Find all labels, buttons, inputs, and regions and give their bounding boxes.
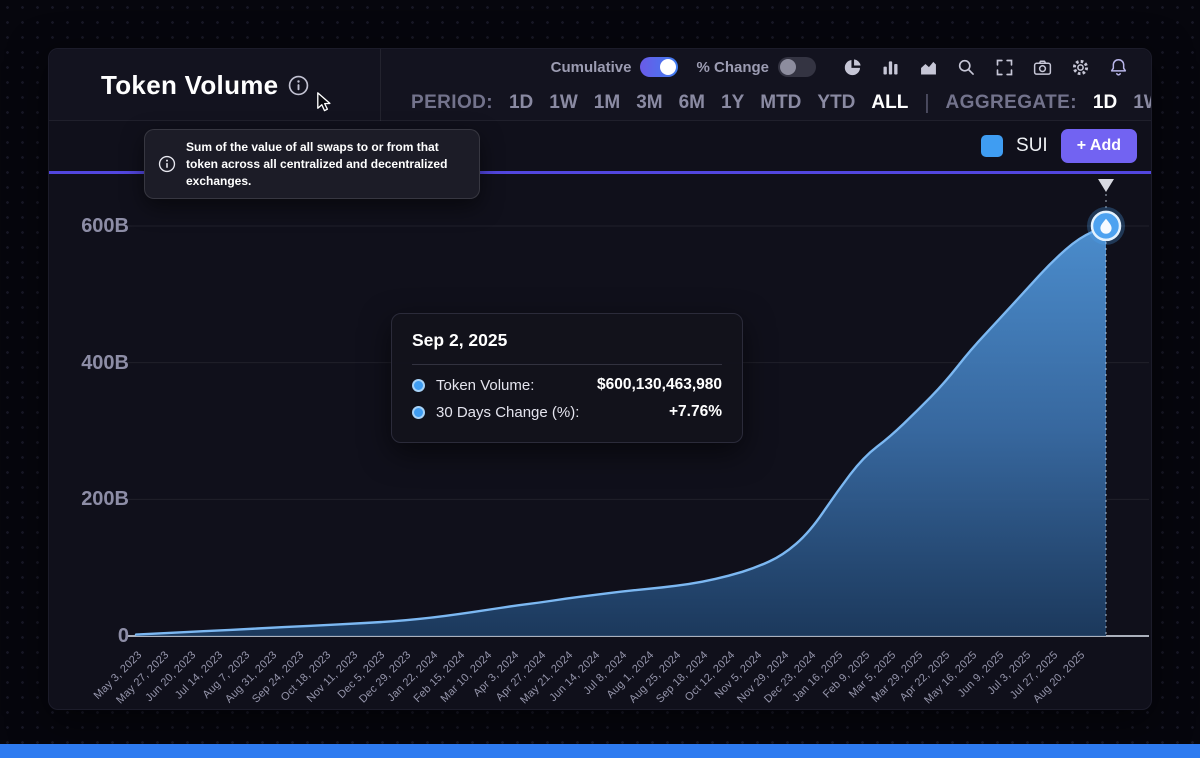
add-token-button[interactable]: + Add — [1061, 129, 1137, 163]
header: Token Volume Cumulative % Change — [49, 49, 1151, 121]
tooltip-row: 30 Days Change (%): +7.76% — [412, 403, 722, 421]
toolbar-row: Cumulative % Change — [381, 49, 1151, 85]
y-axis-label: 200B — [77, 488, 129, 511]
toolbar-icons — [842, 57, 1129, 78]
sui-legend-swatch[interactable] — [981, 135, 1003, 157]
aggregate-option-1w[interactable]: 1W — [1133, 92, 1152, 114]
aggregate-options: 1D1W1M — [1093, 92, 1152, 114]
period-option-ytd[interactable]: YTD — [817, 92, 855, 114]
series-bullet-icon — [412, 406, 425, 419]
bar-chart-icon[interactable] — [880, 57, 901, 78]
aggregate-option-1d[interactable]: 1D — [1093, 92, 1117, 114]
percent-change-toggle[interactable] — [778, 57, 816, 77]
fullscreen-icon[interactable] — [994, 57, 1015, 78]
mouse-cursor-icon — [313, 90, 336, 113]
tooltip-row-value: +7.76% — [669, 403, 722, 421]
token-volume-panel: Token Volume Cumulative % Change — [48, 48, 1152, 710]
period-option-all[interactable]: ALL — [871, 92, 908, 114]
tooltip-rows: Token Volume: $600,130,463,980 30 Days Cha… — [412, 376, 722, 421]
tooltip-date: Sep 2, 2025 — [412, 330, 722, 351]
cumulative-label: Cumulative — [551, 59, 632, 76]
tooltip-row: Token Volume: $600,130,463,980 — [412, 376, 722, 394]
search-icon[interactable] — [956, 57, 977, 78]
tooltip-row-label: Token Volume: — [436, 377, 534, 394]
period-option-mtd[interactable]: MTD — [760, 92, 801, 114]
tooltip-row-value: $600,130,463,980 — [597, 376, 722, 394]
period-options: 1D 1W 1M 3M 6M 1Y MTD YTD ALL — [509, 92, 908, 114]
period-row: PERIOD: 1D 1W 1M 3M 6M 1Y MTD YTD ALL | AGGREGAT… — [381, 85, 1151, 121]
tooltip-divider — [412, 364, 722, 365]
period-option-1m[interactable]: 1M — [594, 92, 620, 114]
y-axis-label: 0 — [77, 625, 129, 648]
toggle-knob — [660, 59, 676, 75]
chart-tooltip: Sep 2, 2025 Token Volume: $600,130,463,98… — [391, 313, 743, 443]
area-chart-icon[interactable] — [918, 57, 939, 78]
separator: | — [924, 92, 929, 115]
tooltip-row-label: 30 Days Change (%): — [436, 404, 579, 421]
info-tooltip-icon — [158, 155, 176, 173]
app-background: Token Volume Cumulative % Change — [0, 0, 1200, 758]
page-title: Token Volume — [101, 70, 278, 101]
percent-change-label: % Change — [696, 59, 769, 76]
period-option-6m[interactable]: 6M — [679, 92, 705, 114]
camera-icon[interactable] — [1032, 57, 1053, 78]
sui-legend-label: SUI — [1016, 135, 1048, 157]
period-label: PERIOD: — [411, 92, 493, 114]
y-axis-label: 400B — [77, 352, 129, 375]
period-option-3m[interactable]: 3M — [636, 92, 662, 114]
info-tooltip: Sum of the value of all swaps to or from… — [144, 129, 480, 199]
percent-change-toggle-group: % Change — [696, 57, 816, 77]
cumulative-toggle-group: Cumulative — [551, 57, 679, 77]
period-option-1y[interactable]: 1Y — [721, 92, 744, 114]
y-axis-label: 600B — [77, 215, 129, 238]
bottom-accent-bar — [0, 744, 1200, 758]
pie-chart-icon[interactable] — [842, 57, 863, 78]
settings-gear-icon[interactable] — [1070, 57, 1091, 78]
info-icon[interactable] — [288, 75, 309, 96]
title-area: Token Volume — [49, 49, 381, 121]
period-option-1w[interactable]: 1W — [549, 92, 578, 114]
notifications-bell-icon[interactable] — [1108, 57, 1129, 78]
marker-arrow-icon — [1098, 179, 1114, 192]
toggle-knob — [780, 59, 796, 75]
info-tooltip-text: Sum of the value of all swaps to or from… — [186, 139, 466, 189]
series-bullet-icon — [412, 379, 425, 392]
period-option-1d[interactable]: 1D — [509, 92, 533, 114]
aggregate-label: AGGREGATE: — [946, 92, 1077, 114]
cumulative-toggle[interactable] — [640, 57, 678, 77]
